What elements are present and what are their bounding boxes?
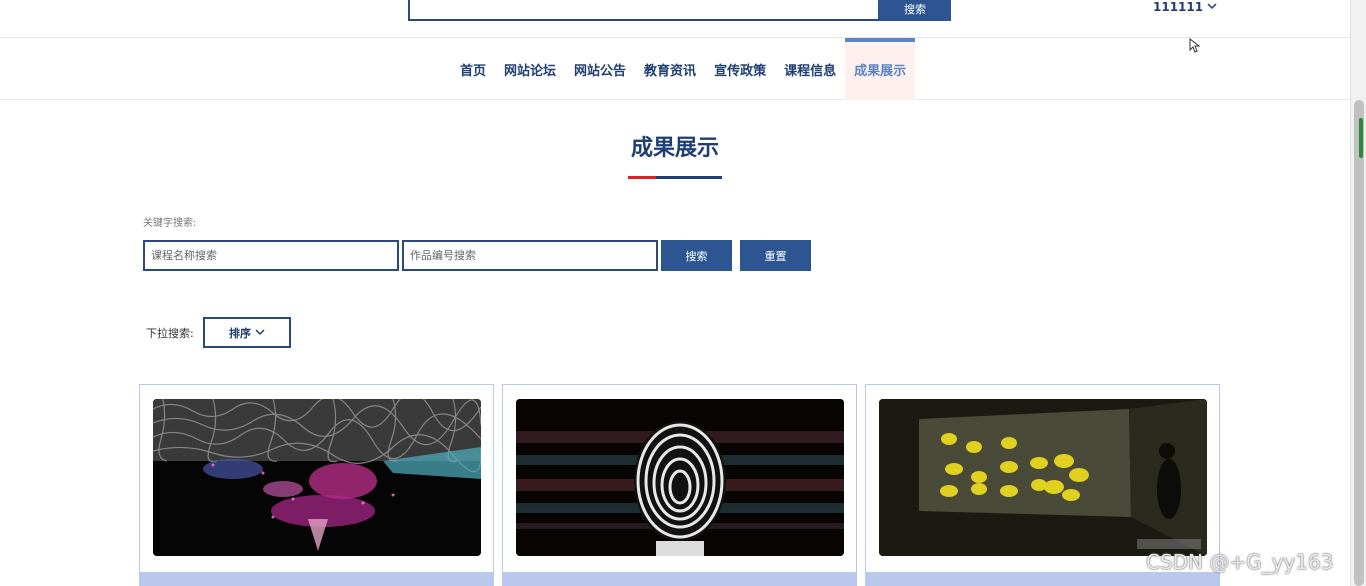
scroll-indicator — [1359, 118, 1363, 158]
chevron-down-icon — [255, 326, 265, 339]
nav-item-edu-news[interactable]: 教育资讯 — [635, 38, 705, 100]
card-footer — [866, 572, 1219, 586]
card-image-projected-horses[interactable] — [879, 399, 1207, 556]
top-search-button[interactable]: 搜索 — [879, 0, 951, 21]
course-name-input[interactable] — [143, 240, 399, 271]
nav-item-forum[interactable]: 网站论坛 — [495, 38, 565, 100]
chevron-down-icon — [1207, 2, 1217, 13]
card-image-striped-face[interactable] — [516, 399, 844, 556]
sort-dropdown-label: 排序 — [229, 326, 251, 340]
reset-button[interactable]: 重置 — [740, 240, 811, 271]
dropdown-search-label: 下拉搜索: — [146, 327, 194, 340]
card-image-particles[interactable] — [153, 399, 481, 556]
page-title: 成果展示 — [630, 136, 719, 161]
card-footer — [140, 572, 493, 586]
page-scrollbar[interactable] — [1350, 0, 1366, 586]
card-footer — [503, 572, 856, 586]
achievement-card[interactable] — [502, 384, 857, 586]
page: 搜索 111111 首页 网站论坛 网站公告 教育资讯 宣传政策 课程信息 成果… — [0, 0, 1366, 586]
scrollbar-thumb[interactable] — [1354, 100, 1364, 586]
search-button[interactable]: 搜索 — [661, 240, 732, 271]
nav-item-course[interactable]: 课程信息 — [775, 38, 845, 100]
watermark: CSDN @+G_yy163 — [1146, 550, 1334, 574]
keyword-search-label: 关键字搜索: — [143, 218, 197, 229]
work-number-input[interactable] — [402, 240, 658, 271]
nav-item-home[interactable]: 首页 — [451, 38, 495, 100]
main-nav: 首页 网站论坛 网站公告 教育资讯 宣传政策 课程信息 成果展示 — [0, 38, 1350, 100]
title-underline — [628, 176, 722, 179]
top-search-input[interactable] — [408, 0, 880, 21]
top-bar: 搜索 111111 — [0, 0, 1350, 38]
nav-item-policy[interactable]: 宣传政策 — [705, 38, 775, 100]
sort-dropdown[interactable]: 排序 — [203, 317, 291, 348]
user-name: 111111 — [1153, 0, 1204, 14]
nav-item-achievements[interactable]: 成果展示 — [845, 38, 916, 100]
achievement-card[interactable] — [139, 384, 494, 586]
user-menu[interactable]: 111111 — [1153, 0, 1217, 14]
nav-item-notice[interactable]: 网站公告 — [565, 38, 635, 100]
mouse-cursor-icon — [1189, 37, 1201, 57]
